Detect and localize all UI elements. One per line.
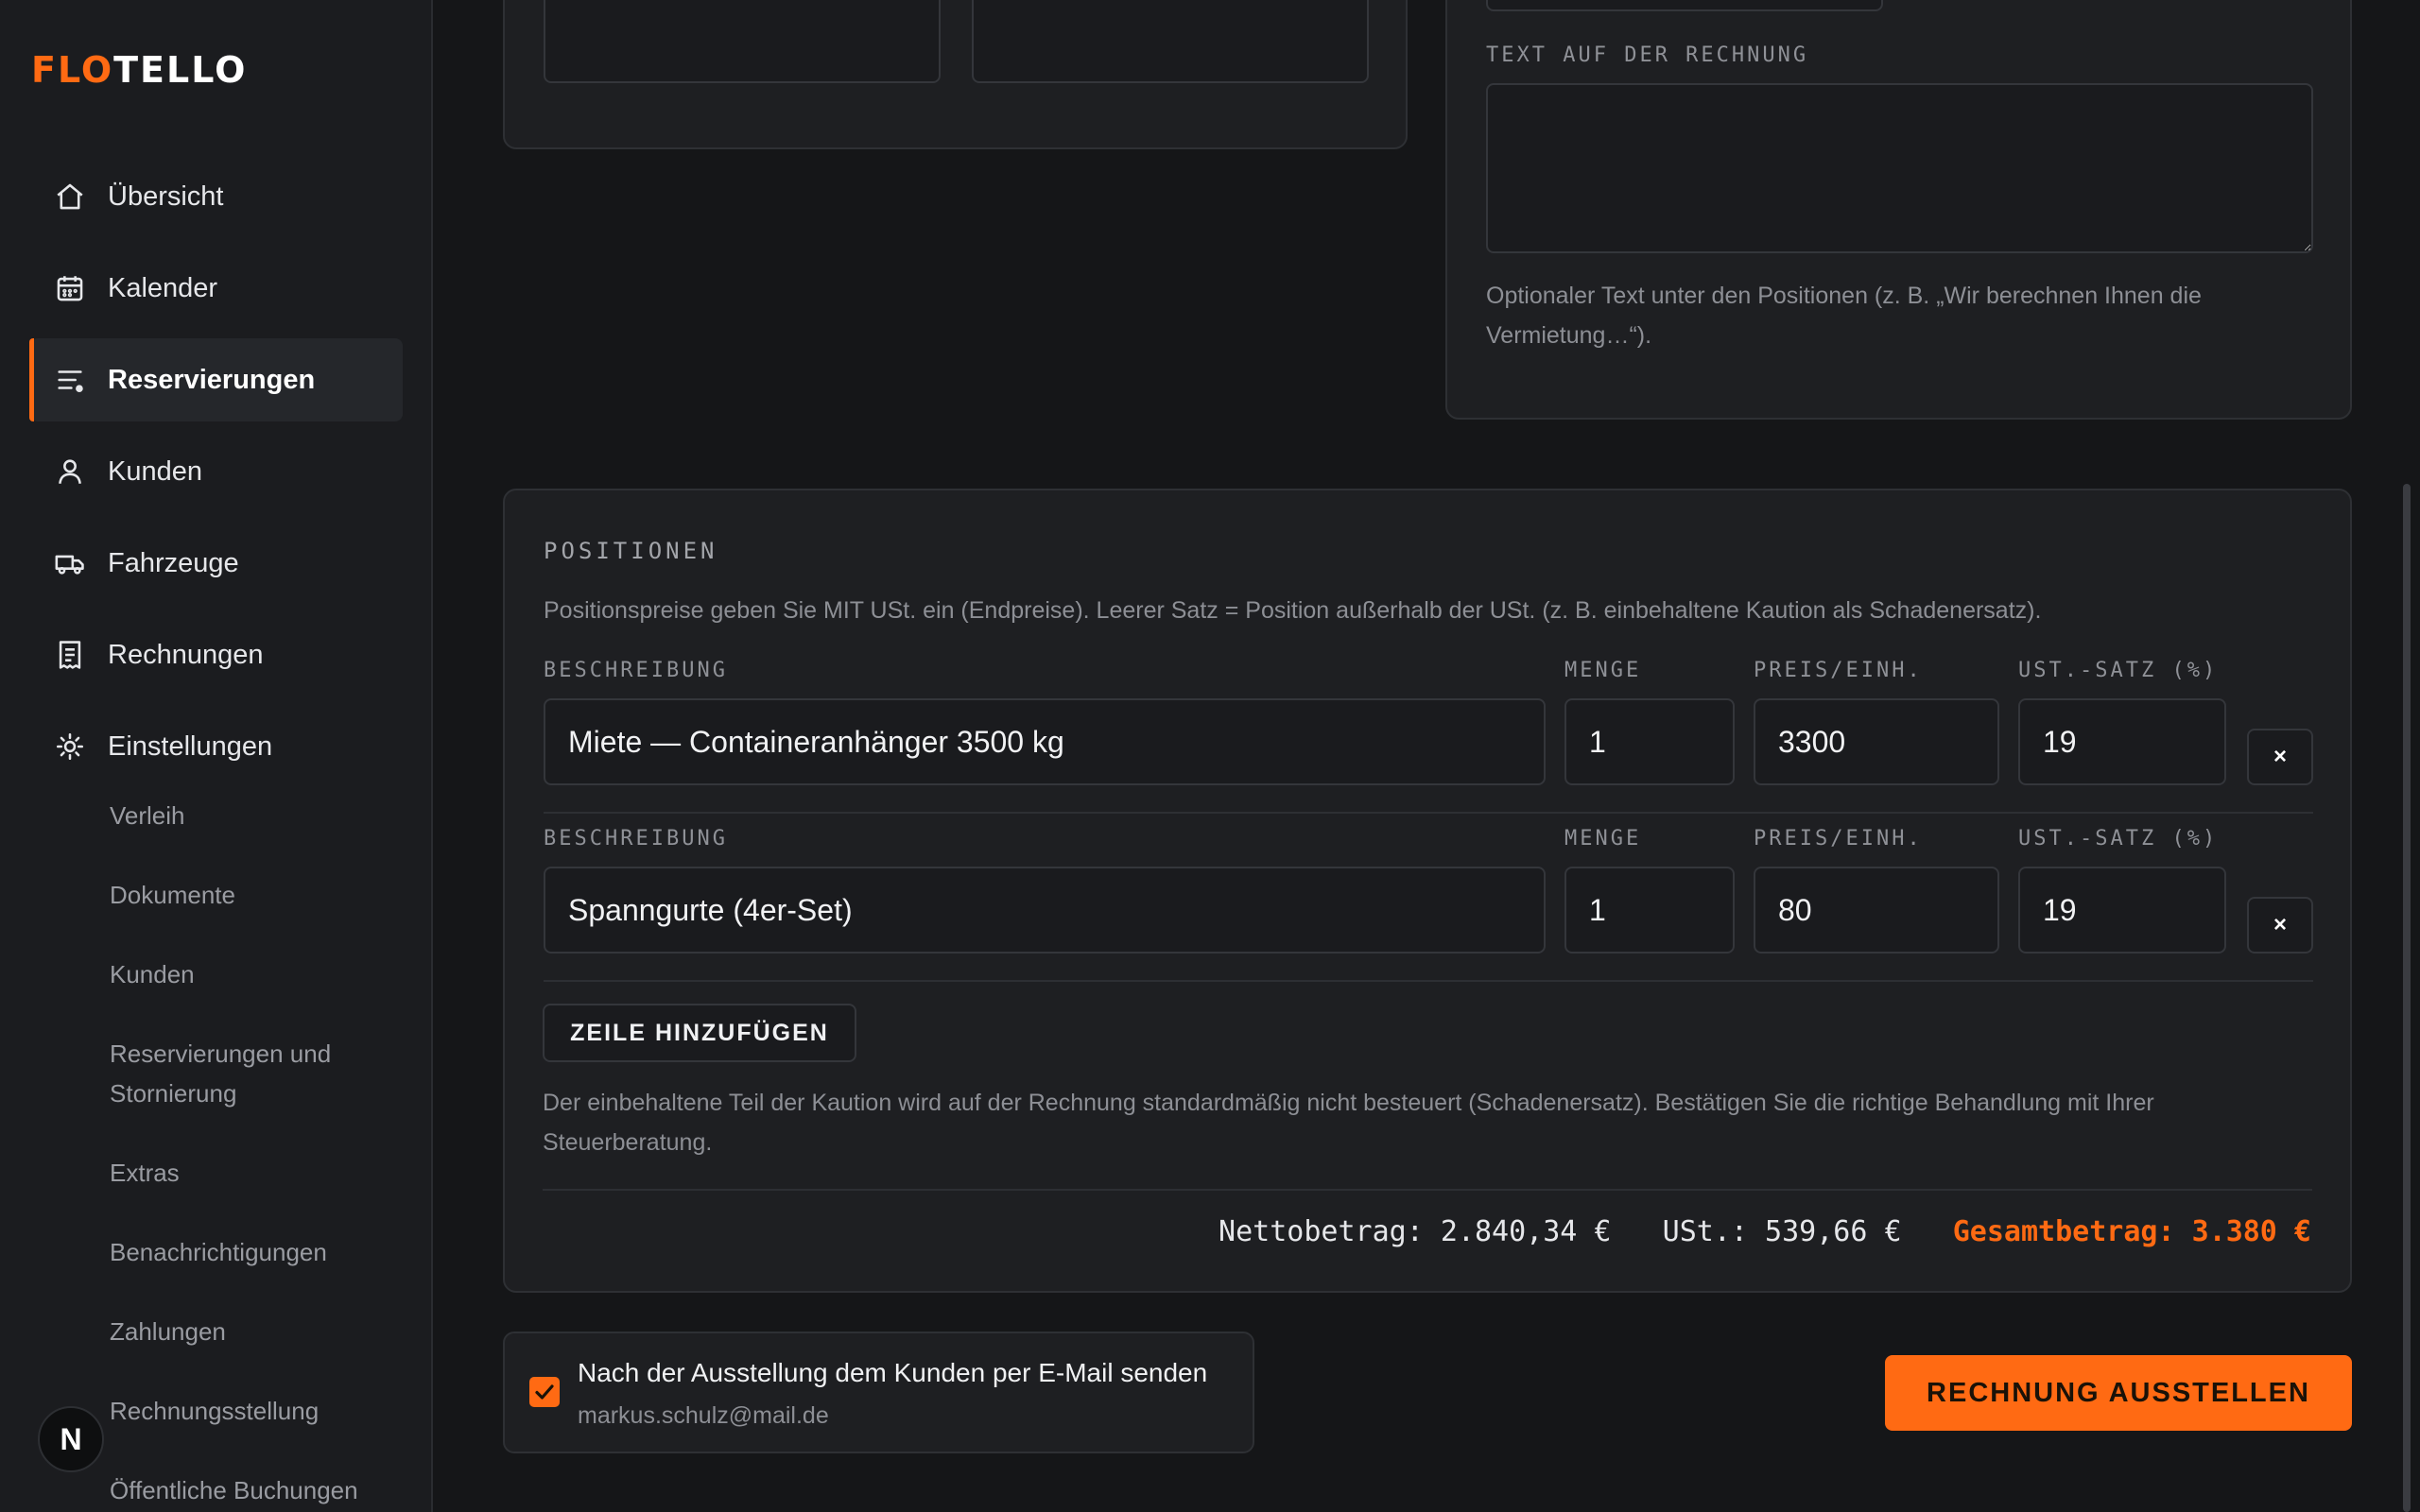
column-label-unit-price: PREIS/EINH.: [1754, 827, 1923, 850]
nav-item-label: Einstellungen: [108, 730, 273, 762]
remove-row-button[interactable]: ×: [2247, 897, 2313, 954]
nav-item-label: Rechnungen: [108, 639, 264, 670]
address-field-right[interactable]: [972, 0, 1369, 83]
brand-logo-rest: TELLO: [113, 49, 248, 91]
unit-price-input[interactable]: 3300: [1754, 698, 1999, 785]
column-label-quantity: MENGE: [1564, 659, 1642, 682]
nav-item-uebersicht[interactable]: Übersicht: [30, 155, 403, 238]
subnav-item-benachrichtigungen[interactable]: Benachrichtigungen: [110, 1232, 422, 1272]
nav-item-fahrzeuge[interactable]: Fahrzeuge: [30, 522, 403, 605]
positions-card: POSITIONEN Positionspreise geben Sie MIT…: [503, 489, 2352, 1293]
subnav-item-verleih[interactable]: Verleih: [110, 796, 422, 835]
column-label-description: BESCHREIBUNG: [544, 659, 728, 682]
brand-logo[interactable]: FLOTELLO: [31, 49, 247, 91]
description-input[interactable]: Miete — Containeranhänger 3500 kg: [544, 698, 1546, 785]
positions-intro: Positionspreise geben Sie MIT USt. ein (…: [544, 597, 2042, 624]
quantity-input[interactable]: 1: [1564, 698, 1735, 785]
totals-divider: [543, 1189, 2312, 1191]
add-row-button[interactable]: ZEILE HINZUFÜGEN: [543, 1004, 856, 1062]
vat-rate-input[interactable]: 19: [2018, 867, 2226, 954]
subnav-item-zahlungen[interactable]: Zahlungen: [110, 1312, 422, 1351]
nav-item-label: Fahrzeuge: [108, 547, 239, 578]
nav-item-kalender[interactable]: Kalender: [30, 247, 403, 330]
nav-item-label: Kunden: [108, 455, 202, 487]
truck-icon: [53, 546, 87, 580]
column-label-unit-price: PREIS/EINH.: [1754, 659, 1923, 682]
subnav-item-oeffentliche-buchungen[interactable]: Öffentliche Buchungen: [110, 1470, 422, 1510]
address-card: [503, 0, 1408, 149]
subnav-item-reservierungen-stornierung[interactable]: Reservierungen und Stornierung: [110, 1034, 365, 1113]
subnav-item-extras[interactable]: Extras: [110, 1153, 422, 1193]
nav-item-label: Übersicht: [108, 180, 224, 212]
column-label-quantity: MENGE: [1564, 827, 1642, 850]
nav-item-einstellungen[interactable]: Einstellungen: [30, 705, 403, 788]
nav-item-kunden[interactable]: Kunden: [30, 430, 403, 513]
column-label-vat-rate: UST.-SATZ (%): [2018, 659, 2219, 682]
net-total: Nettobetrag: 2.840,34 €: [1219, 1215, 1612, 1248]
invoice-text-area[interactable]: [1486, 83, 2313, 253]
avatar[interactable]: N: [38, 1406, 104, 1472]
send-email-option[interactable]: Nach der Ausstellung dem Kunden per E-Ma…: [503, 1332, 1254, 1453]
column-label-description: BESCHREIBUNG: [544, 827, 728, 850]
subnav-item-dokumente[interactable]: Dokumente: [110, 875, 422, 915]
nav-item-label: Reservierungen: [108, 364, 316, 395]
vat-total: USt.: 539,66 €: [1662, 1215, 1902, 1248]
scrollbar[interactable]: [2403, 484, 2411, 1512]
totals-line: Nettobetrag: 2.840,34 € USt.: 539,66 € G…: [1219, 1215, 2311, 1248]
nav-item-rechnungen[interactable]: Rechnungen: [30, 613, 403, 696]
description-input[interactable]: Spanngurte (4er-Set): [544, 867, 1546, 954]
nav-item-label: Kalender: [108, 272, 218, 303]
positions-title: POSITIONEN: [544, 538, 718, 564]
settings-subnav: Verleih Dokumente Kunden Reservierungen …: [110, 796, 422, 1512]
nav-item-reservierungen[interactable]: Reservierungen: [29, 338, 403, 421]
receipt-icon: [53, 638, 87, 672]
unit-price-input[interactable]: 80: [1754, 867, 1999, 954]
subnav-item-kunden[interactable]: Kunden: [110, 954, 422, 994]
column-label-vat-rate: UST.-SATZ (%): [2018, 827, 2219, 850]
subnav-item-rechnungsstellung[interactable]: Rechnungsstellung: [110, 1391, 422, 1431]
send-email-label: Nach der Ausstellung dem Kunden per E-Ma…: [578, 1358, 1208, 1387]
issue-invoice-button[interactable]: RECHNUNG AUSSTELLEN: [1885, 1355, 2352, 1431]
invoice-text-card: TEXT AUF DER RECHNUNG Optionaler Text un…: [1445, 0, 2352, 420]
user-icon: [53, 455, 87, 489]
gross-total: Gesamtbetrag: 3.380 €: [1952, 1215, 2311, 1248]
invoice-text-help: Optionaler Text unter den Positionen (z.…: [1486, 283, 2202, 349]
send-email-checkbox[interactable]: [529, 1377, 560, 1407]
calendar-icon: [53, 271, 87, 305]
row-divider: [544, 980, 2313, 982]
list-icon: [53, 363, 87, 397]
home-icon: [53, 180, 87, 214]
send-email-address: markus.schulz@mail.de: [578, 1402, 829, 1429]
vat-rate-input[interactable]: 19: [2018, 698, 2226, 785]
sidebar: FLOTELLO Übersicht Kalender Reservierung…: [0, 0, 433, 1512]
deposit-note: Der einbehaltene Teil der Kaution wird a…: [543, 1090, 2154, 1156]
invoice-text-label: TEXT AUF DER RECHNUNG: [1486, 43, 1809, 67]
brand-logo-accent: FLO: [31, 49, 114, 91]
quantity-input[interactable]: 1: [1564, 867, 1735, 954]
remove-row-button[interactable]: ×: [2247, 729, 2313, 785]
address-field-left[interactable]: [544, 0, 941, 83]
main-nav: Übersicht Kalender Reservierungen Kunden…: [29, 155, 403, 797]
date-field[interactable]: [1486, 0, 1883, 11]
gear-icon: [53, 730, 87, 764]
row-divider: [544, 812, 2313, 814]
checkmark-icon: [535, 1384, 554, 1400]
